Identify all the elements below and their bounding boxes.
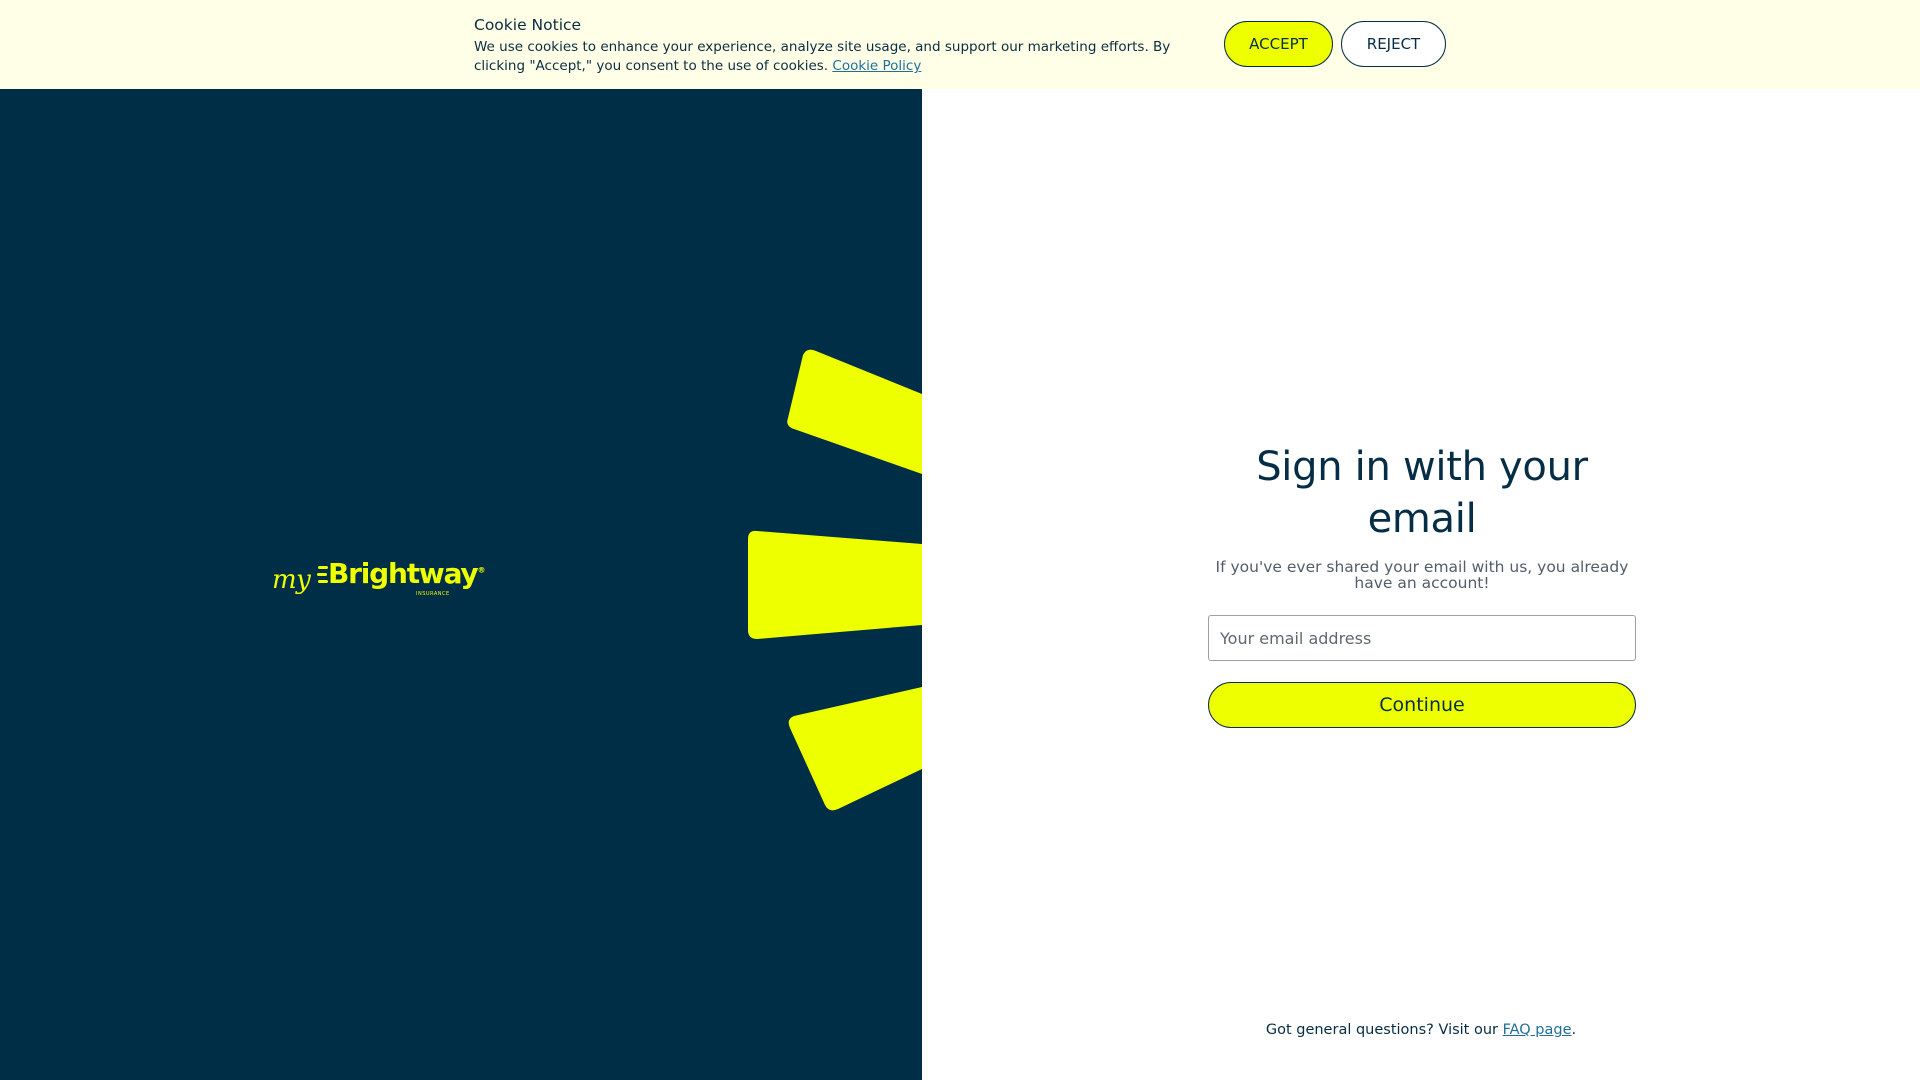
cookie-body-text: We use cookies to enhance your experienc… bbox=[474, 39, 1171, 74]
cookie-policy-link[interactable]: Cookie Policy bbox=[832, 58, 921, 74]
logo-subline: INSURANCE bbox=[416, 591, 450, 597]
signin-form: Sign in with your email If you've ever s… bbox=[1208, 441, 1636, 728]
faq-suffix: . bbox=[1571, 1022, 1577, 1038]
logo-name: Brightway® bbox=[328, 557, 485, 590]
mybrightway-logo: my Brightway® INSURANCE bbox=[272, 557, 485, 609]
page-title: Sign in with your email bbox=[1256, 444, 1588, 542]
brand-panel: my Brightway® INSURANCE bbox=[0, 89, 922, 1080]
ray-bottom bbox=[788, 687, 922, 811]
cookie-title: Cookie Notice bbox=[474, 16, 582, 34]
cookie-banner: Cookie Notice We use cookies to enhance … bbox=[0, 0, 1920, 89]
logo-trademark: ® bbox=[477, 565, 486, 575]
cookie-body: We use cookies to enhance your experienc… bbox=[474, 38, 1194, 76]
logo-name-text: Brightway bbox=[328, 557, 479, 590]
faq-footer: Got general questions? Visit our FAQ pag… bbox=[922, 1022, 1920, 1038]
reject-cookies-button[interactable]: REJECT bbox=[1341, 21, 1446, 67]
logo-prefix: my bbox=[272, 565, 311, 595]
email-field[interactable] bbox=[1208, 615, 1636, 661]
continue-button[interactable]: Continue bbox=[1208, 682, 1636, 728]
faq-link[interactable]: FAQ page bbox=[1503, 1022, 1572, 1038]
cookie-text: Cookie Notice We use cookies to enhance … bbox=[474, 16, 1194, 76]
signin-subtitle: If you've ever shared your email with us… bbox=[1215, 558, 1629, 592]
accept-cookies-button[interactable]: ACCEPT bbox=[1224, 21, 1333, 67]
faq-prefix: Got general questions? Visit our bbox=[1265, 1022, 1503, 1038]
signin-panel: Sign in with your email If you've ever s… bbox=[922, 89, 1920, 1080]
ray-middle bbox=[748, 530, 922, 639]
ray-top bbox=[787, 349, 922, 474]
